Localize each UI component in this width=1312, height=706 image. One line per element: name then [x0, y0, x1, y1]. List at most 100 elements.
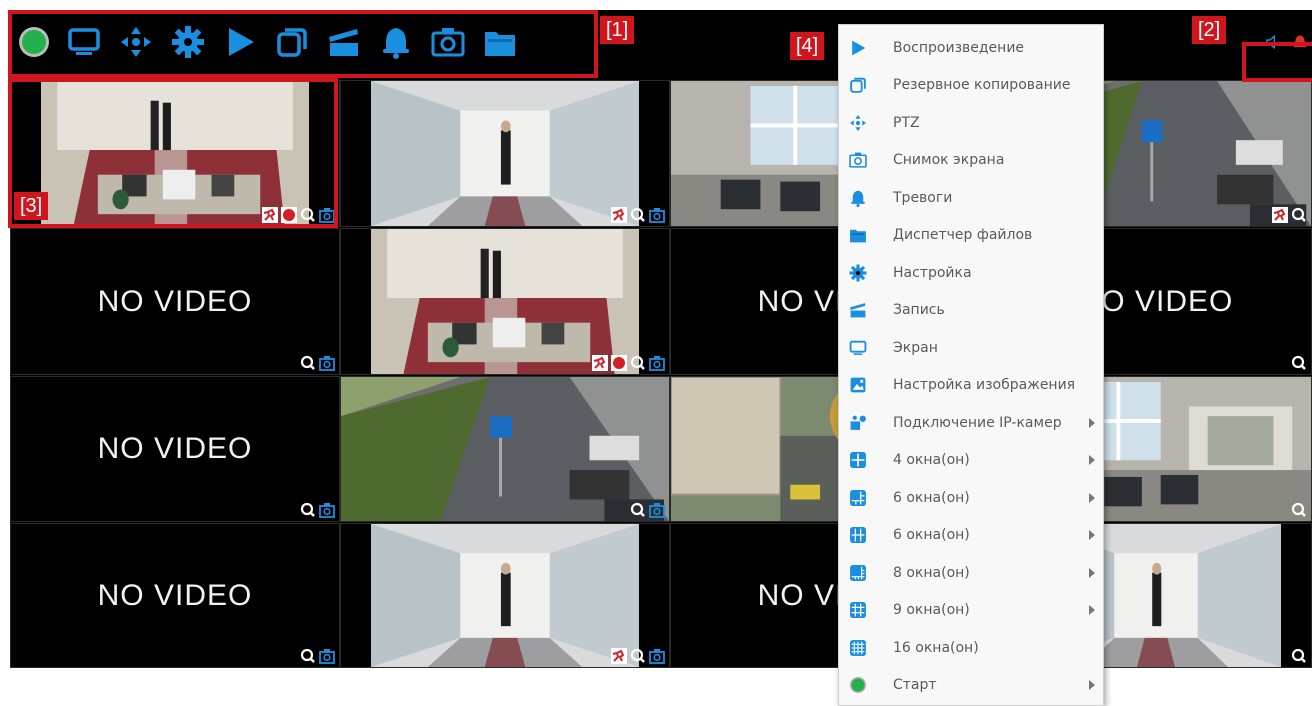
snapshot-icon[interactable]: [319, 648, 335, 664]
zoom-icon[interactable]: [630, 502, 646, 518]
zoom-icon[interactable]: [1291, 648, 1307, 664]
context-menu-item[interactable]: 4 окна(он): [839, 442, 1103, 479]
callout-4: [4]: [790, 32, 825, 60]
camera-tile[interactable]: [10, 80, 340, 227]
context-menu-item-label: Настройка: [893, 264, 972, 281]
context-menu-item-label: Воспроизведение: [893, 39, 1025, 56]
context-menu-item[interactable]: Старт: [839, 667, 1103, 704]
camera-tile[interactable]: [340, 376, 670, 522]
context-menu-item[interactable]: Запись: [839, 292, 1103, 329]
tile-overlay-icons: [300, 355, 335, 371]
camera-toolbar-button[interactable]: [430, 26, 466, 62]
camera-tile[interactable]: NO VIDEO: [10, 523, 340, 668]
camera-tile[interactable]: [340, 523, 670, 668]
camera-tile[interactable]: NO VIDEO: [10, 376, 340, 522]
zoom-icon[interactable]: [300, 648, 316, 664]
context-menu-item-label: Экран: [893, 339, 938, 356]
tile-overlay-icons: [1291, 648, 1307, 664]
ip-camera-icon: [849, 414, 867, 432]
context-menu-item-label: 6 окна(он): [893, 527, 970, 543]
context-menu-item[interactable]: Тревоги: [839, 179, 1103, 216]
camera-tile[interactable]: NO VIDEO: [10, 228, 340, 375]
gear-icon: [849, 264, 867, 282]
context-menu-item[interactable]: Настройка изображения: [839, 367, 1103, 404]
zoom-icon[interactable]: [300, 207, 316, 223]
context-menu-item[interactable]: Подключение IP-камер: [839, 404, 1103, 441]
context-menu-item[interactable]: 9 окна(он): [839, 592, 1103, 629]
camera-feed-image: [371, 81, 639, 226]
zoom-icon[interactable]: [630, 207, 646, 223]
snapshot-icon[interactable]: [319, 502, 335, 518]
record-icon: [611, 355, 627, 371]
alarm-button[interactable]: [1290, 34, 1310, 54]
context-menu-item[interactable]: 16 окна(он): [839, 629, 1103, 666]
backup-windows-toolbar-button[interactable]: [274, 26, 310, 62]
speaker-button[interactable]: [1262, 34, 1282, 54]
bell-icon: [379, 25, 413, 64]
context-menu-item[interactable]: 6 окна(он): [839, 479, 1103, 516]
no-video-label: NO VIDEO: [97, 284, 253, 318]
snapshot-icon[interactable]: [319, 207, 335, 223]
status-dot-toolbar-button[interactable]: [16, 26, 52, 62]
camera-feed-image: [371, 524, 639, 667]
context-menu-item[interactable]: Диспетчер файлов: [839, 217, 1103, 254]
motion-detect-icon: [1272, 207, 1288, 223]
submenu-arrow-icon: [1089, 492, 1095, 503]
gear-toolbar-button[interactable]: [170, 25, 206, 62]
folder-icon: [483, 25, 517, 64]
zoom-icon[interactable]: [300, 355, 316, 371]
play-icon: [223, 25, 257, 64]
context-menu-item-label: Тревоги: [893, 189, 953, 206]
zoom-icon[interactable]: [630, 355, 646, 371]
zoom-icon[interactable]: [1291, 207, 1307, 223]
zoom-icon[interactable]: [300, 502, 316, 518]
camera-feed-image: [41, 81, 309, 226]
zoom-icon[interactable]: [630, 648, 646, 664]
context-menu-item[interactable]: Резервное копирование: [839, 67, 1103, 104]
monitor-icon: [67, 25, 101, 64]
context-menu-item[interactable]: Экран: [839, 329, 1103, 366]
context-menu-item[interactable]: 8 окна(он): [839, 554, 1103, 591]
speaker-icon: [1264, 34, 1280, 55]
context-menu-item[interactable]: Снимок экрана: [839, 142, 1103, 179]
ptz-arrows-icon: [119, 25, 153, 64]
context-menu-item[interactable]: 6 окна(он): [839, 517, 1103, 554]
motion-detect-icon: [611, 207, 627, 223]
context-menu-item-label: Настройка изображения: [893, 377, 1076, 393]
ptz-arrows-toolbar-button[interactable]: [118, 26, 154, 62]
camera-feed-image: [341, 377, 669, 521]
clapper-icon: [849, 301, 867, 319]
context-menu-item-label: Подключение IP-камер: [893, 414, 1062, 431]
monitor-toolbar-button[interactable]: [66, 26, 102, 62]
zoom-icon[interactable]: [1291, 355, 1307, 371]
camera-tile[interactable]: [340, 80, 670, 227]
context-menu-item[interactable]: PTZ: [839, 104, 1103, 141]
context-menu-item-label: Диспетчер файлов: [893, 227, 1033, 243]
snapshot-icon[interactable]: [649, 207, 665, 223]
tile-overlay-icons: [300, 502, 335, 518]
bell-toolbar-button[interactable]: [378, 26, 414, 62]
context-menu-item-label: Запись: [893, 302, 945, 318]
tile-overlay-icons: [262, 207, 335, 223]
zoom-icon[interactable]: [1291, 502, 1307, 518]
alarm-icon: [1292, 34, 1308, 55]
nvr-live-view: NO VIDEO NO VIDEO NO VIDEO NO VIDEO NO V…: [10, 10, 1312, 668]
context-menu-item-label: 6 окна(он): [893, 489, 970, 506]
snapshot-icon[interactable]: [649, 648, 665, 664]
snapshot-icon[interactable]: [319, 355, 335, 371]
context-menu-item[interactable]: Воспроизведение: [839, 29, 1103, 66]
motion-detect-icon: [611, 648, 627, 664]
snapshot-icon[interactable]: [649, 502, 665, 518]
folder-toolbar-button[interactable]: [482, 26, 518, 62]
camera-feed-image: [371, 229, 639, 374]
play-toolbar-button[interactable]: [222, 26, 258, 62]
context-menu: Воспроизведение Резервное копирование PTZ С…: [838, 24, 1104, 706]
clapper-toolbar-button[interactable]: [326, 26, 362, 62]
snapshot-icon[interactable]: [649, 355, 665, 371]
submenu-arrow-icon: [1089, 455, 1095, 465]
context-menu-item[interactable]: Настройка: [839, 254, 1103, 291]
callout-1: [1]: [600, 16, 635, 44]
camera-tile[interactable]: [340, 228, 670, 375]
tile-overlay-icons: [300, 648, 335, 664]
context-menu-item-label: 4 окна(он): [893, 452, 970, 468]
